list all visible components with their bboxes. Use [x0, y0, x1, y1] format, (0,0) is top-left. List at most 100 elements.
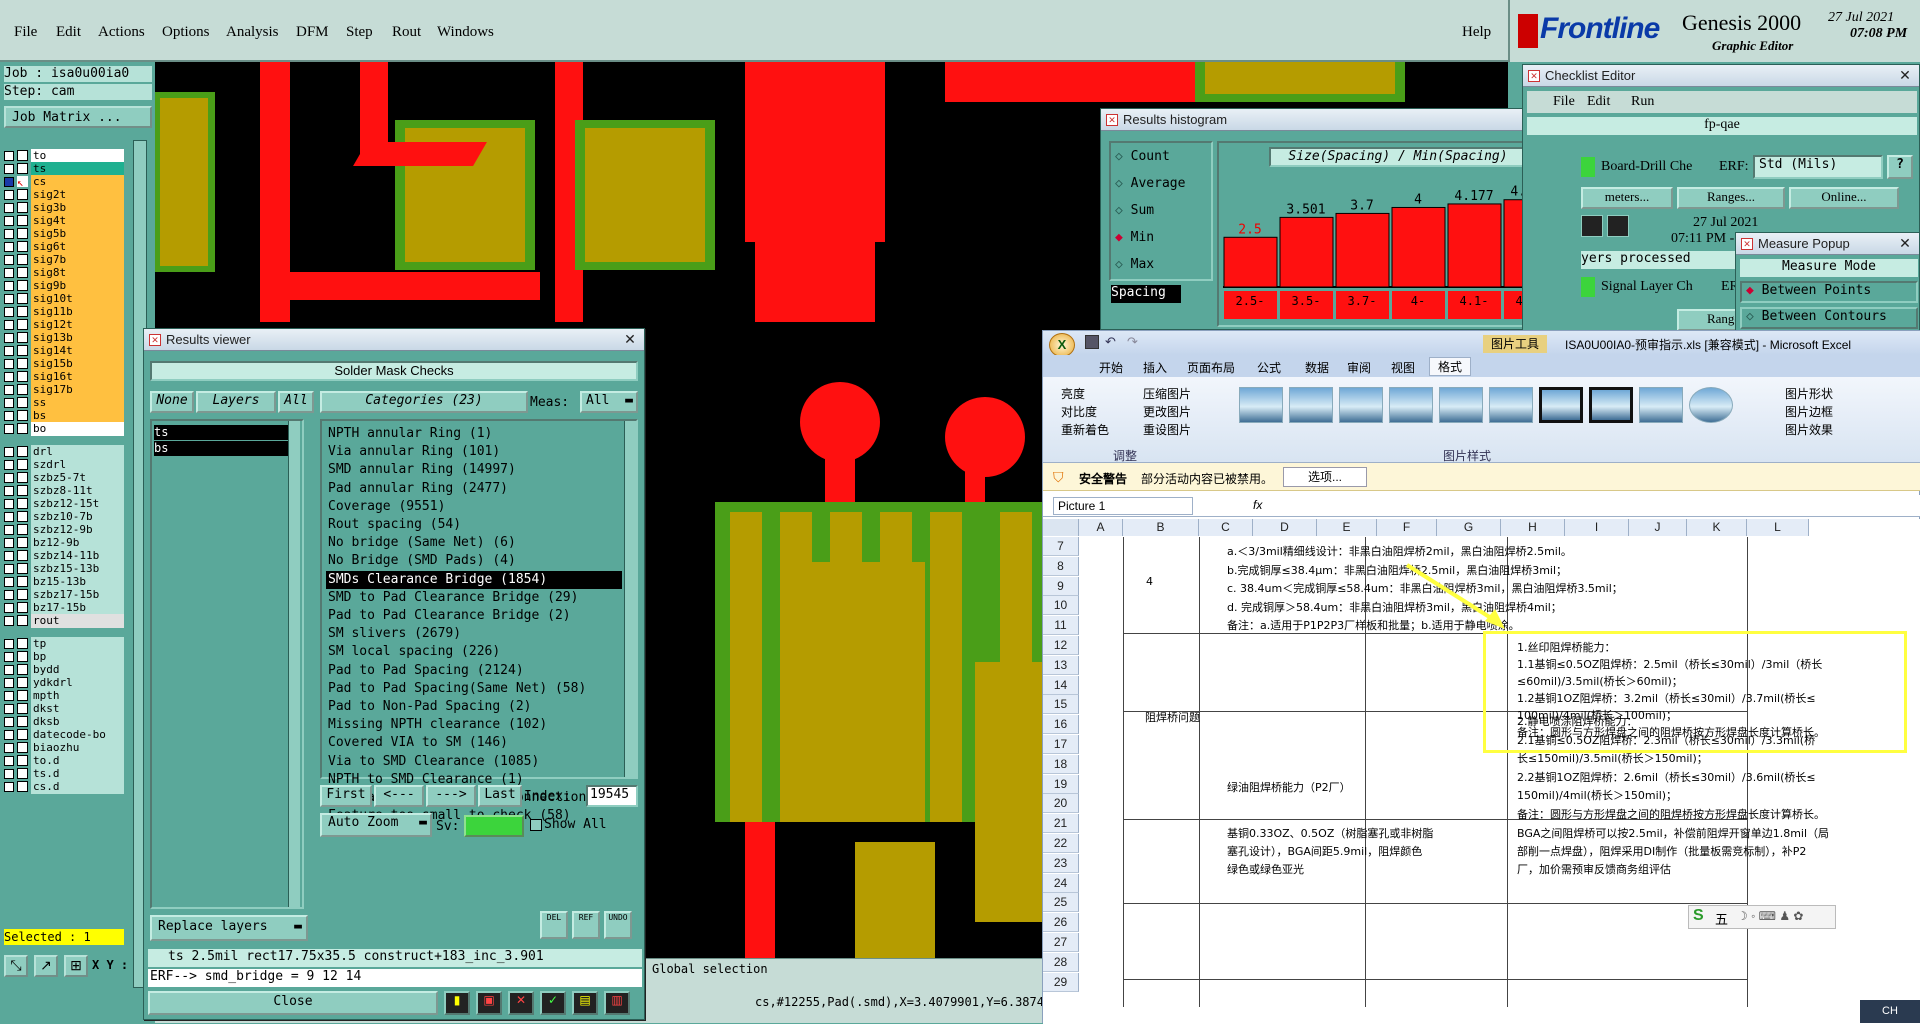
layer-affected-icon[interactable]: [17, 446, 28, 457]
measure-tool-icon[interactable]: ↗: [34, 955, 58, 977]
category-item[interactable]: Rout spacing (54): [328, 516, 461, 534]
layer-checkbox[interactable]: [4, 729, 14, 740]
options-button[interactable]: 选项...: [1283, 467, 1367, 487]
layer-affected-icon[interactable]: [17, 550, 28, 561]
row-header[interactable]: 27: [1043, 933, 1079, 952]
layer-affected-icon[interactable]: [17, 742, 28, 753]
layer-affected-icon[interactable]: [17, 215, 28, 226]
layer-checkbox[interactable]: [4, 563, 14, 574]
save-icon[interactable]: [1085, 335, 1099, 349]
layer-affected-icon[interactable]: [17, 664, 28, 675]
layer-checkbox[interactable]: [4, 524, 14, 535]
layer-affected-icon[interactable]: [17, 524, 28, 535]
checklist-menu-edit[interactable]: Edit: [1587, 94, 1610, 110]
layer-affected-icon[interactable]: [17, 485, 28, 496]
ribbon-tab-3[interactable]: 公式: [1257, 359, 1281, 376]
reset-picture-button[interactable]: 重设图片: [1143, 421, 1191, 438]
cell-issue-title[interactable]: 阻焊桥问题: [1145, 709, 1200, 725]
layer-affected-icon[interactable]: [17, 306, 28, 317]
checklist-menu-run[interactable]: Run: [1631, 94, 1654, 110]
category-item[interactable]: Via annular Ring (101): [328, 443, 500, 461]
picture-style-7[interactable]: [1539, 387, 1583, 423]
histogram-option-average[interactable]: ◇ Average: [1115, 176, 1185, 191]
std-mils-field[interactable]: Std (Mils): [1753, 155, 1883, 179]
row-header[interactable]: 22: [1043, 834, 1079, 853]
layer-affected-icon[interactable]: [17, 410, 28, 421]
row-header[interactable]: 25: [1043, 893, 1079, 913]
change-picture-button[interactable]: 更改图片: [1143, 403, 1191, 420]
row-header[interactable]: 21: [1043, 814, 1079, 834]
layer-checkbox[interactable]: [4, 716, 14, 727]
row-header[interactable]: 16: [1043, 715, 1079, 735]
layer-checkbox[interactable]: [4, 576, 14, 587]
undo-icon[interactable]: ↶: [1105, 334, 1116, 350]
layer-list-scrollbar[interactable]: [288, 421, 300, 907]
last-button[interactable]: Last: [478, 785, 522, 807]
all-button[interactable]: All: [278, 391, 314, 413]
cell-silkscreen-rule[interactable]: 1.2基铜1OZ阻焊桥：3.2mil（桥长≤30mil）/3.7mil(桥长≤: [1517, 690, 1816, 706]
column-header[interactable]: I: [1565, 519, 1629, 536]
category-item[interactable]: Pad to Pad Spacing (2124): [328, 662, 524, 680]
row-header[interactable]: 9: [1043, 576, 1079, 596]
layer-checkbox[interactable]: [4, 550, 14, 561]
layer-affected-icon[interactable]: [17, 677, 28, 688]
histogram-option-max[interactable]: ◇ Max: [1115, 257, 1154, 272]
ribbon-tab-2[interactable]: 页面布局: [1187, 359, 1235, 376]
layer-affected-icon[interactable]: [17, 397, 28, 408]
layer-checkbox[interactable]: [4, 423, 14, 434]
check-icon[interactable]: ✓: [540, 991, 566, 1015]
category-item[interactable]: SM slivers (2679): [328, 625, 461, 643]
layer-affected-icon[interactable]: [17, 459, 28, 470]
layer-affected-icon[interactable]: [17, 651, 28, 662]
column-header[interactable]: K: [1687, 519, 1747, 536]
layer-affected-icon[interactable]: [17, 280, 28, 291]
layer-checkbox[interactable]: [4, 150, 14, 161]
layer-checkbox[interactable]: [4, 176, 14, 187]
layer-affected-icon[interactable]: ↖: [17, 176, 28, 189]
layer-checkbox[interactable]: [4, 498, 14, 509]
grid-tool-icon[interactable]: ⊞: [64, 955, 88, 977]
layer-checkbox[interactable]: [4, 472, 14, 483]
layer-affected-icon[interactable]: [17, 241, 28, 252]
row-header[interactable]: 10: [1043, 596, 1079, 616]
picture-style-6[interactable]: [1489, 387, 1533, 423]
layer-affected-icon[interactable]: [17, 254, 28, 265]
compress-picture-button[interactable]: 压缩图片: [1143, 385, 1191, 402]
row-header[interactable]: 19: [1043, 774, 1079, 794]
office-button-icon[interactable]: X: [1049, 333, 1075, 357]
row-header[interactable]: 15: [1043, 695, 1079, 715]
del-button[interactable]: DEL: [540, 911, 568, 939]
row-header[interactable]: 12: [1043, 636, 1079, 655]
layer-row[interactable]: cs.d: [4, 779, 124, 794]
brightness-button[interactable]: 亮度: [1061, 385, 1085, 402]
layer-affected-icon[interactable]: [17, 638, 28, 649]
layer-affected-icon[interactable]: [17, 423, 28, 434]
ref-button[interactable]: REF: [572, 911, 600, 939]
cell-silkscreen-rule[interactable]: 1.1基铜≤0.5OZ阻焊桥：2.5mil（桥长≤30mil）/3mil（桥长: [1517, 656, 1822, 672]
row-header[interactable]: 23: [1043, 853, 1079, 873]
layer-checkbox[interactable]: [4, 267, 14, 278]
layer-checkbox[interactable]: [4, 602, 14, 613]
row-header[interactable]: 28: [1043, 952, 1079, 972]
layer-checkbox[interactable]: [4, 228, 14, 239]
layer-affected-icon[interactable]: [17, 716, 28, 727]
close-icon[interactable]: ✕: [1895, 234, 1915, 252]
picture-style-4[interactable]: [1389, 387, 1433, 423]
cell-green-mask-capability[interactable]: 绿油阻焊桥能力（P2厂）: [1227, 779, 1351, 795]
layer-affected-icon[interactable]: [17, 781, 28, 792]
snapshot-icon[interactable]: ▮: [444, 991, 470, 1015]
cell-bga-note[interactable]: 厂，加价需预审反馈商务组评估: [1517, 861, 1671, 877]
cell-bga-note[interactable]: BGA之间阻焊桥可以按2.5mil，补偿前阻焊开窗单边1.8mil（局: [1517, 825, 1829, 841]
run-icon[interactable]: [1581, 215, 1603, 237]
between-points-radio[interactable]: ◆ Between Points: [1740, 281, 1918, 303]
layer-affected-icon[interactable]: [17, 563, 28, 574]
histogram-option-sum[interactable]: ◇ Sum: [1115, 203, 1154, 218]
layer-affected-icon[interactable]: [17, 228, 28, 239]
layer-checkbox[interactable]: [4, 371, 14, 382]
auto-zoom-dropdown[interactable]: Auto Zoom ▬: [320, 813, 432, 837]
row-header[interactable]: 24: [1043, 873, 1079, 893]
column-header[interactable]: F: [1377, 519, 1437, 536]
first-button[interactable]: First: [320, 785, 372, 807]
row-header[interactable]: 18: [1043, 754, 1079, 774]
layer-affected-icon[interactable]: [17, 602, 28, 613]
